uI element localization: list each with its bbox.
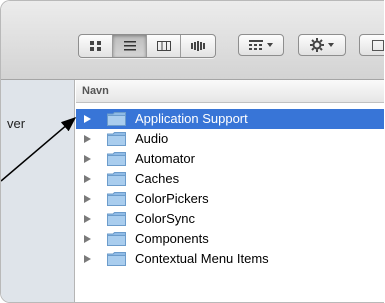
- folder-icon: [107, 192, 126, 206]
- disclosure-triangle-icon[interactable]: [84, 135, 91, 143]
- list-item[interactable]: Application Support: [76, 109, 384, 129]
- toolbar: [1, 1, 384, 80]
- file-name: ColorPickers: [135, 191, 209, 206]
- list-view-icon: [123, 41, 136, 51]
- folder-icon: [107, 212, 126, 226]
- sidebar-item-label[interactable]: ver: [7, 116, 25, 131]
- list-item[interactable]: ColorPickers: [76, 189, 384, 209]
- folder-icon: [107, 152, 126, 166]
- arrange-grid-icon: [249, 40, 263, 50]
- action-button[interactable]: [298, 34, 346, 56]
- sidebar: [1, 80, 75, 302]
- share-icon: [372, 39, 384, 51]
- icon-view-button[interactable]: [79, 35, 113, 57]
- column-view-button[interactable]: [147, 35, 181, 57]
- file-name: ColorSync: [135, 211, 195, 226]
- icon-view-icon: [89, 41, 101, 51]
- column-header-label: Navn: [82, 85, 109, 97]
- folder-icon: [107, 112, 126, 126]
- list-view-button[interactable]: [113, 35, 147, 57]
- disclosure-triangle-icon[interactable]: [84, 235, 91, 243]
- column-header-name[interactable]: Navn: [76, 80, 384, 103]
- view-mode-segmented-control: [78, 34, 216, 58]
- folder-icon: [107, 132, 126, 146]
- file-name: Caches: [135, 171, 180, 186]
- finder-window: ver Navn Application Support Audio Automat…: [0, 0, 384, 303]
- file-name: Components: [135, 231, 209, 246]
- chevron-down-icon: [328, 43, 334, 47]
- coverflow-view-button[interactable]: [181, 35, 215, 57]
- list-item[interactable]: Contextual Menu Items: [76, 249, 384, 269]
- disclosure-triangle-icon[interactable]: [84, 115, 91, 123]
- gear-icon: [310, 38, 324, 52]
- list-item[interactable]: Caches: [76, 169, 384, 189]
- disclosure-triangle-icon[interactable]: [84, 175, 91, 183]
- list-item[interactable]: Components: [76, 229, 384, 249]
- disclosure-triangle-icon[interactable]: [84, 155, 91, 163]
- file-name: Contextual Menu Items: [135, 251, 269, 266]
- list-item[interactable]: Automator: [76, 149, 384, 169]
- disclosure-triangle-icon[interactable]: [84, 215, 91, 223]
- list-item[interactable]: Audio: [76, 129, 384, 149]
- arrange-button[interactable]: [238, 34, 284, 56]
- folder-icon: [107, 232, 126, 246]
- file-list: Application Support Audio Automator Caches C…: [76, 109, 384, 269]
- list-item[interactable]: ColorSync: [76, 209, 384, 229]
- disclosure-triangle-icon[interactable]: [84, 255, 91, 263]
- folder-icon: [107, 172, 126, 186]
- column-view-icon: [156, 41, 171, 51]
- folder-icon: [107, 252, 126, 266]
- chevron-down-icon: [267, 43, 273, 47]
- file-name: Automator: [135, 151, 195, 166]
- file-name: Application Support: [135, 111, 248, 126]
- file-name: Audio: [135, 131, 169, 146]
- disclosure-triangle-icon[interactable]: [84, 195, 91, 203]
- share-button[interactable]: [359, 34, 384, 56]
- coverflow-view-icon: [191, 41, 205, 51]
